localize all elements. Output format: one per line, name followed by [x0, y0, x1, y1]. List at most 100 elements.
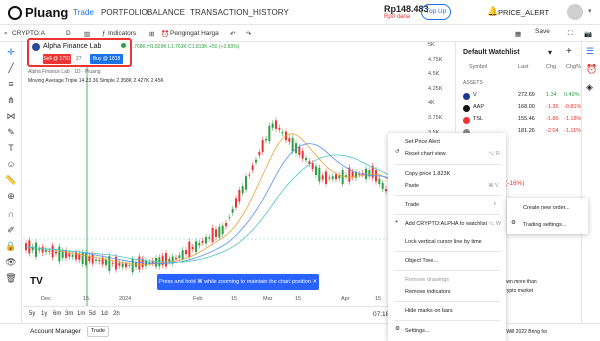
trash-icon[interactable]: 🗑 [5, 272, 17, 284]
layers-icon[interactable]: ◈ [586, 82, 593, 93]
chevron-down-icon[interactable]: ▾ [588, 7, 592, 15]
lock-drawing-icon[interactable]: ✐ [5, 224, 17, 236]
price-alert-button[interactable]: Pengingat Harga [170, 30, 219, 37]
watchlist-icon[interactable]: ☰ [586, 46, 594, 57]
candle-body [211, 227, 214, 242]
nav-transaction-history[interactable]: TRANSACTION_HISTORY [190, 8, 289, 17]
candle-body [275, 120, 277, 129]
candle-body [121, 263, 124, 268]
fullscreen-icon[interactable]: ⛶ [568, 30, 573, 38]
period-5d[interactable]: 5d [89, 311, 96, 317]
menu-settings[interactable]: Settings... [405, 328, 429, 334]
submenu-create-order[interactable]: Create new order... [523, 205, 570, 211]
ruler-icon[interactable]: 📏 [5, 174, 17, 186]
bell-icon[interactable]: 🔔 [487, 6, 498, 17]
buy-button[interactable]: Buy @ 1818 [90, 54, 123, 64]
watchlist-row[interactable]: TSL 155.46 -1.86 -1.18% [463, 116, 581, 126]
layout-icon[interactable]: ⊞ [149, 30, 154, 38]
emoji-icon[interactable]: ☺ [5, 158, 17, 170]
interval-button[interactable]: D [66, 30, 71, 37]
period-1y[interactable]: 1y [41, 311, 47, 317]
menu-object-tree[interactable]: Object Tree... [405, 258, 438, 264]
candle-body [331, 176, 334, 180]
price-tick: 4K [428, 100, 435, 107]
candle-body [265, 138, 267, 141]
watchlist-cell-sym: V [473, 92, 477, 98]
app-logo[interactable]: Pluang [8, 5, 68, 20]
camera-icon[interactable]: 📷 [584, 30, 592, 38]
candle-body [231, 208, 234, 213]
candle-body [225, 222, 227, 227]
period-1d[interactable]: 1d [101, 311, 108, 317]
text-icon[interactable]: T [5, 142, 17, 154]
eye-icon[interactable]: 👁 [5, 256, 17, 268]
candle-body [138, 256, 141, 270]
nav-trade[interactable]: Trade [73, 8, 94, 17]
sell-button[interactable]: Sell @ 1791 [43, 54, 71, 64]
price-alert-link[interactable]: PRICE_ALERT [498, 8, 549, 17]
menu-reset-chart[interactable]: Reset chart view [405, 151, 446, 157]
trendline-icon[interactable]: ╱ [5, 62, 17, 74]
redo-icon[interactable]: ↷ [246, 30, 251, 38]
menu-copy-price[interactable]: Copy price 1.823K [405, 171, 450, 177]
col-chg-pct[interactable]: Chg% [566, 64, 581, 70]
submenu-trading-settings[interactable]: Trading settings... [523, 222, 567, 228]
candle-body [258, 151, 261, 156]
chevron-down-icon[interactable]: ▾ [548, 48, 552, 57]
undo-icon[interactable]: ↶ [230, 30, 235, 38]
alert-icon[interactable]: ⏰ [161, 30, 169, 38]
grid-icon[interactable]: ▦ [515, 30, 521, 38]
ma-indicator-legend[interactable]: Moving Average Triple 14.23.36 Simple 2.… [28, 78, 164, 84]
topup-button[interactable]: Top Up [421, 4, 451, 20]
watchlist-row[interactable]: V 272.69 1.34 0.49% [463, 92, 581, 102]
magnet-icon[interactable]: ∩ [5, 208, 17, 220]
add-symbol-icon[interactable]: + [566, 46, 572, 57]
account-manager-tab[interactable]: Account Manager [30, 328, 81, 335]
indicators-icon[interactable]: ƒ [102, 30, 106, 37]
brush-icon[interactable]: ✎ [5, 126, 17, 138]
search-icon[interactable]: ⌕ [4, 30, 8, 38]
period-3m[interactable]: 3m [65, 311, 73, 317]
menu-trade[interactable]: Trade [405, 202, 419, 208]
save-button[interactable]: Save [535, 28, 550, 35]
menu-set-price-alert[interactable]: Set Price Alert [405, 139, 440, 145]
menu-divider [394, 320, 500, 321]
crosshair-icon[interactable]: ✛ [5, 46, 17, 58]
period-1m[interactable]: 1m [77, 311, 85, 317]
menu-add-watchlist[interactable]: Add CRYPTO:ALPHA to watchlist [405, 221, 487, 227]
watchlist-row[interactable]: AAP 168.00 -1.36 -0.81% [463, 104, 581, 114]
period-6m[interactable]: 6m [53, 311, 61, 317]
candle-body [38, 248, 41, 251]
indicators-button[interactable]: Indicators [108, 30, 136, 37]
alerts-icon[interactable]: ⏰ [586, 64, 597, 75]
menu-remove-indicators[interactable]: Remove indicators [405, 289, 451, 295]
candle-body [191, 247, 194, 250]
menu-lock-cursor[interactable]: Lock vertical cursor line by time [405, 239, 482, 245]
menu-paste[interactable]: Paste [405, 183, 419, 189]
watchlist-title[interactable]: Default Watchlist [463, 49, 520, 56]
period-2h[interactable]: 2h [113, 311, 120, 317]
close-icon[interactable]: ✕ [312, 279, 317, 285]
pitchfork-icon[interactable]: ⋔ [5, 94, 17, 106]
nav-balance[interactable]: BALANCE [147, 8, 185, 17]
lock-icon[interactable]: 🔒 [5, 240, 17, 252]
zoom-icon[interactable]: ⊕ [5, 190, 17, 202]
avatar[interactable] [567, 4, 583, 20]
menu-hide-marks[interactable]: Hide marks on bars [405, 308, 453, 314]
trade-tab[interactable]: Trade [87, 326, 109, 337]
col-chg[interactable]: Chg [546, 64, 556, 70]
candle-body [238, 190, 241, 202]
tradingview-logo[interactable]: TV [30, 276, 43, 287]
col-last[interactable]: Last [518, 64, 528, 70]
chart-type-icon[interactable]: ▥ [84, 30, 90, 38]
time-tick: Feb [193, 296, 203, 302]
fib-icon[interactable]: ⋈ [5, 110, 17, 122]
candle-body [341, 170, 344, 184]
period-5y[interactable]: 5y [29, 311, 35, 317]
nav-portfolio[interactable]: PORTFOLIO [101, 8, 148, 17]
symbol-search[interactable]: CRYPTO:A [12, 30, 45, 37]
watchlist-cell-pct: -0.81% [564, 104, 582, 110]
horizontal-line-icon[interactable]: ≡ [5, 78, 17, 90]
col-symbol[interactable]: Symbol [469, 64, 487, 70]
candle-body [181, 250, 184, 260]
